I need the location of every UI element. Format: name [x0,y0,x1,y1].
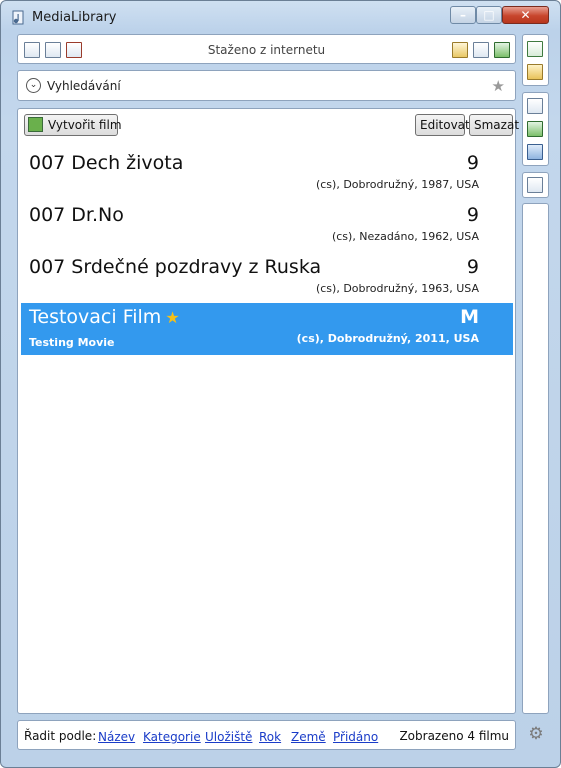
film-meta: (cs), Dobrodružný, 1963, USA [315,282,479,295]
create-film-label: Vytvořit film [48,118,122,132]
sort-label: Řadit podle: [24,729,97,743]
toolbar: Staženo z internetu [17,34,516,64]
create-film-button[interactable]: Vytvořit film [24,114,122,136]
library-details-icon[interactable] [527,177,543,193]
gear-icon[interactable]: ⚙ [527,725,545,743]
excel-icon[interactable] [527,121,543,137]
film-meta: (cs), Dobrodružný, 1987, USA [315,178,479,191]
edit-button[interactable]: Editovat [415,114,470,136]
film-rating: 9 [466,152,479,174]
film-row[interactable]: 007 Dr.No 9 (cs), Nezadáno, 1962, USA [21,201,513,251]
sort-by-storage-link[interactable]: Uložiště [205,730,252,744]
film-meta: (cs), Nezadáno, 1962, USA [331,230,479,243]
film-original-title: Testing Movie [29,336,115,349]
film-rating: 9 [466,256,479,278]
copy-icon[interactable] [473,42,489,58]
app-window: MediaLibrary – □ ✕ Staženo z internetu ⌄… [0,0,561,768]
sort-by-year-link[interactable]: Rok [259,730,281,744]
search-bar[interactable]: ⌄ Vyhledávání ★ [17,70,516,101]
paste-icon[interactable] [452,42,468,58]
film-rating: 9 [466,204,479,226]
sort-by-name-link[interactable]: Název [98,730,135,744]
app-icon [12,10,24,25]
film-name: 007 Srdečné pozdravy z Ruska [29,256,322,278]
film-row-selected[interactable]: Testovaci Film ★ M Testing Movie (cs), Do… [21,303,513,355]
side-list-panel [522,203,549,714]
film-name: 007 Dr.No [29,204,124,226]
minimize-button[interactable]: – [450,6,476,24]
favorite-filter-icon[interactable]: ★ [492,77,505,95]
close-icon: ✕ [520,8,531,22]
film-meta: (cs), Dobrodružný, 2011, USA [296,332,479,345]
film-row[interactable]: 007 Srdečné pozdravy z Ruska 9 (cs), Dob… [21,253,513,303]
sort-by-category-link[interactable]: Kategorie [143,730,201,744]
film-rating: M [460,306,479,328]
film-row[interactable]: 007 Dech života 9 (cs), Dobrodružný, 198… [21,149,513,199]
side-toolbar-top [522,34,549,86]
film-list-panel: Vytvořit film Editovat Smazat 007 Dech ž… [17,108,519,714]
side-toolbar-mid [522,92,549,166]
excel-export-icon[interactable] [494,42,510,58]
window-title: MediaLibrary [32,10,117,25]
delete-button[interactable]: Smazat [469,114,519,136]
film-icon [28,117,43,132]
add-library-icon[interactable] [527,41,543,57]
favorite-star-icon: ★ [165,308,180,327]
chevron-down-icon[interactable]: ⌄ [26,78,41,93]
maximize-button[interactable]: □ [476,6,502,24]
side-toolbar-bottom [522,172,549,198]
minimize-icon: – [460,8,466,22]
film-name: Testovaci Film ★ [29,306,180,328]
sort-by-added-link[interactable]: Přidáno [333,730,378,744]
toolbar-title: Staženo z internetu [207,43,326,57]
title-bar[interactable]: MediaLibrary – □ ✕ [1,1,560,33]
import-icon[interactable] [527,144,543,160]
search-label[interactable]: Vyhledávání [47,79,121,93]
sort-bar: Řadit podle: Název Kategorie Uložiště Ro… [17,720,516,750]
open-folder-icon[interactable] [527,64,543,80]
copy-library-icon[interactable] [527,98,543,114]
film-name-text: Testovaci Film [29,306,162,328]
close-button[interactable]: ✕ [502,6,549,24]
maximize-icon: □ [483,8,495,22]
film-count: Zobrazeno 4 filmu [399,729,509,743]
film-name: 007 Dech života [29,152,184,174]
sort-by-country-link[interactable]: Země [291,730,326,744]
